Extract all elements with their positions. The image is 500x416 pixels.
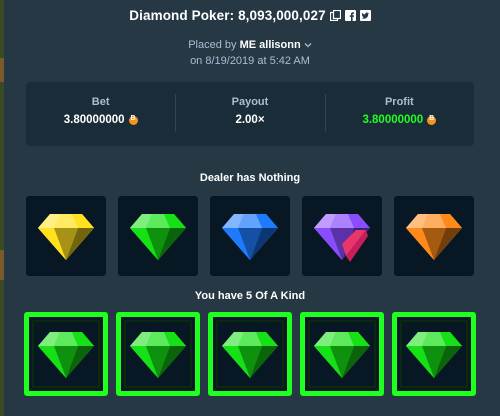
gem-icon [312, 328, 372, 380]
title-row: Diamond Poker: 8,093,000,027 [0, 8, 500, 23]
profit-stat: Profit 3.80000000 [324, 82, 474, 146]
twitter-icon[interactable] [359, 10, 371, 21]
player-hand-label: You have 5 Of A Kind [194, 290, 306, 302]
gem-icon [128, 210, 188, 262]
placed-by-prefix: Placed by [188, 39, 237, 51]
dealer-hand-label: Dealer has Nothing [199, 172, 301, 184]
profit-label: Profit [384, 96, 414, 108]
gem-icon [220, 328, 280, 380]
dealer-card [302, 196, 382, 276]
gem-icon [404, 210, 464, 262]
player-card [300, 312, 384, 396]
bet-value-row: 3.80000000 [64, 114, 138, 126]
payout-label: Payout [231, 96, 269, 108]
copy-icon[interactable] [329, 10, 341, 21]
placed-by-user[interactable]: ME allisonn [240, 39, 301, 51]
gem-icon [312, 210, 372, 262]
btc-coin-icon [128, 115, 138, 125]
bet-stat: Bet 3.80000000 [26, 82, 175, 146]
payout-value: 2.00× [235, 114, 265, 126]
profit-value: 3.80000000 [362, 114, 424, 126]
dealer-card [394, 196, 474, 276]
player-cards [24, 312, 476, 396]
payout-stat: Payout 2.00× [175, 82, 324, 146]
payout-value-row: 2.00× [235, 114, 264, 126]
bet-value: 3.80000000 [63, 114, 125, 126]
gem-icon [36, 328, 96, 380]
gem-icon [220, 210, 280, 262]
player-card [208, 312, 292, 396]
gem-icon [404, 328, 464, 380]
page-title: Diamond Poker: 8,093,000,027 [129, 8, 326, 23]
dealer-card [210, 196, 290, 276]
dealer-card [26, 196, 106, 276]
placed-date: on 8/19/2019 at 5:42 AM [190, 55, 310, 67]
dealer-card [118, 196, 198, 276]
player-card [116, 312, 200, 396]
btc-coin-icon [427, 115, 437, 125]
chevron-down-icon[interactable] [304, 39, 312, 51]
player-card [24, 312, 108, 396]
gem-icon [36, 210, 96, 262]
placed-by-row: Placed by ME allisonn [0, 39, 500, 51]
facebook-icon[interactable] [344, 10, 356, 21]
bet-stats-panel: Bet 3.80000000 Payout 2.00× Profit 3.800… [26, 82, 474, 146]
dealer-cards [26, 196, 474, 276]
gem-icon [128, 328, 188, 380]
profit-value-row: 3.80000000 [362, 114, 437, 126]
bet-label: Bet [91, 96, 110, 108]
player-card [392, 312, 476, 396]
left-edge-mark [0, 250, 4, 280]
